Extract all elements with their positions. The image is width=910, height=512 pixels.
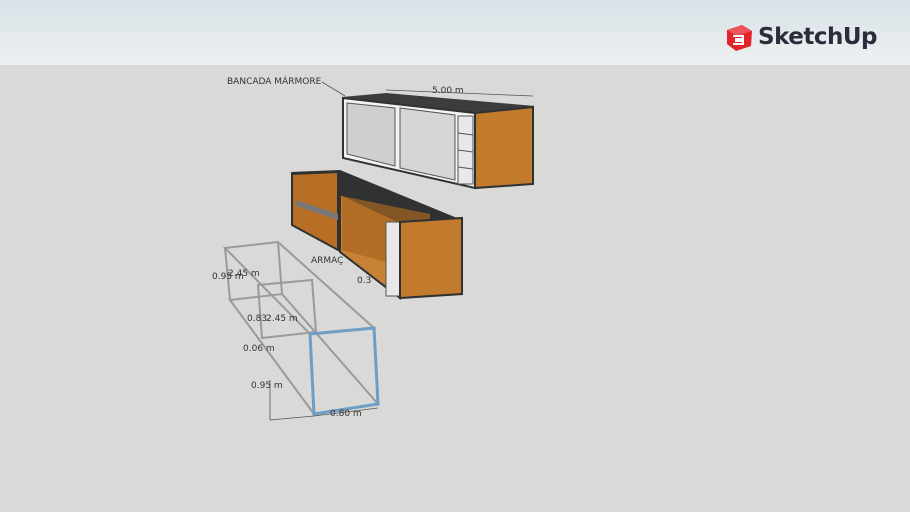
dim-083: 0.83 — [247, 314, 267, 324]
top-cabinet[interactable] — [342, 93, 535, 190]
dim-006: 0.06 m — [243, 344, 275, 354]
label-marble-top: BANCADA MÁRMORE — [227, 75, 322, 87]
dim-095-bottom: 0.95 m — [251, 381, 283, 391]
drawer-stack-middle — [385, 221, 401, 297]
metal-frame[interactable] — [222, 240, 380, 416]
dim-depth-partial: 0.3 — [357, 276, 371, 286]
dim-245-top: 2.45 m — [228, 269, 260, 279]
sliding-door-right — [399, 107, 456, 181]
3d-model-viewport[interactable]: BANCADA MÁRMORE 5.00 m ARMAÇ 0.3 0.95 m … — [0, 0, 910, 512]
middle-cabinet[interactable] — [290, 170, 463, 301]
dim-080: 0.80 m — [330, 409, 362, 419]
dim-length: 5.00 m — [432, 86, 464, 96]
cabinet-side-wood — [474, 105, 534, 190]
label-frame: ARMAÇ — [311, 256, 343, 266]
dim-245-mid: 2.45 m — [266, 314, 298, 324]
